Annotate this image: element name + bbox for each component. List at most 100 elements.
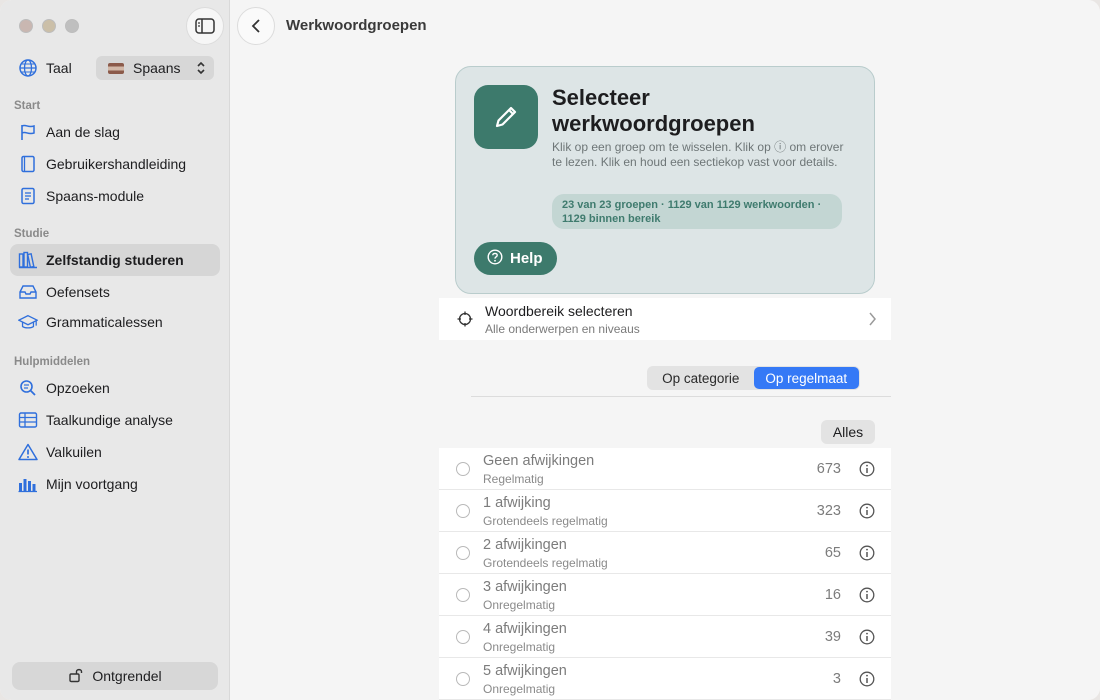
hero-title: Selecteer werkwoordgroepen	[552, 85, 755, 136]
page-title: Werkwoordgroepen	[286, 17, 427, 34]
group-subtitle: Onregelmatig	[483, 598, 556, 612]
list-item[interactable]: Geen afwijkingen Regelmatig 673	[439, 448, 891, 490]
flag-icon	[18, 122, 38, 142]
group-list: Geen afwijkingen Regelmatig 673 1 afwijk…	[439, 448, 891, 700]
app-window: Taal Spaans Start Aan de slag Gebruikers…	[0, 0, 1100, 700]
help-button[interactable]: Help	[474, 242, 557, 275]
language-row: Taal Spaans	[18, 56, 214, 80]
sidebar-item-opzoeken[interactable]: Opzoeken	[10, 372, 220, 404]
info-icon[interactable]	[859, 629, 875, 645]
sidebar-item-zelfstandig-studeren[interactable]: Zelfstandig studeren	[10, 244, 220, 276]
up-down-chevron-icon	[197, 61, 205, 75]
question-circle-icon	[487, 248, 503, 269]
main-content: Werkwoordgroepen Selecteer werkwoordgroe…	[231, 0, 1100, 700]
window-controls	[19, 19, 79, 33]
sidebar-item-label: Oefensets	[46, 284, 110, 300]
chevron-left-icon	[251, 19, 260, 33]
group-title: 1 afwijking	[483, 495, 551, 511]
unlock-label: Ontgrendel	[92, 668, 162, 684]
sidebar-icon	[195, 18, 215, 34]
tray-icon	[18, 282, 38, 302]
range-subtitle: Alle onderwerpen en niveaus	[485, 322, 640, 336]
group-count: 65	[824, 545, 841, 561]
document-icon	[18, 186, 38, 206]
info-icon[interactable]	[859, 503, 875, 519]
sidebar-item-label: Valkuilen	[46, 444, 102, 460]
summary-badge: 23 van 23 groepen · 1129 van 1129 werkwo…	[552, 194, 842, 229]
info-icon[interactable]	[859, 671, 875, 687]
spain-flag-icon	[108, 62, 124, 74]
group-mode-segmented-control: Op categorie Op regelmaat	[647, 366, 860, 390]
sidebar-item-mijn-voortgang[interactable]: Mijn voortgang	[10, 468, 220, 500]
group-subtitle: Onregelmatig	[483, 640, 556, 654]
sidebar-item-spaans-module[interactable]: Spaans-module	[10, 180, 220, 212]
info-icon[interactable]	[859, 587, 875, 603]
books-icon	[18, 250, 38, 270]
sidebar-item-taalkundige-analyse[interactable]: Taalkundige analyse	[10, 404, 220, 436]
sidebar-item-label: Taalkundige analyse	[46, 412, 173, 428]
book-icon	[18, 154, 38, 174]
group-count: 16	[824, 587, 841, 603]
group-count: 323	[816, 503, 841, 519]
table-icon	[18, 410, 38, 430]
radio-button[interactable]	[456, 672, 470, 686]
sidebar-item-label: Zelfstandig studeren	[46, 252, 184, 268]
sidebar-item-label: Mijn voortgang	[46, 476, 138, 492]
word-range-row[interactable]: Woordbereik selecteren Alle onderwerpen …	[439, 298, 891, 340]
sidebar-toggle-button[interactable]	[186, 7, 224, 45]
info-icon[interactable]	[859, 545, 875, 561]
range-title: Woordbereik selecteren	[485, 303, 633, 319]
section-title-studie: Studie	[14, 228, 50, 240]
zoom-window-button[interactable]	[65, 19, 79, 33]
info-icon[interactable]	[859, 461, 875, 477]
graduation-cap-icon	[18, 312, 38, 332]
back-button[interactable]	[237, 7, 275, 45]
language-label: Taal	[46, 60, 72, 76]
group-subtitle: Grotendeels regelmatig	[483, 514, 608, 528]
list-item[interactable]: 4 afwijkingen Onregelmatig 39	[439, 616, 891, 658]
section-title-start: Start	[14, 100, 41, 112]
sidebar-item-label: Grammaticalessen	[46, 314, 163, 330]
hero-description: Klik op een groep om te wisselen. Klik o…	[552, 140, 844, 169]
minimize-window-button[interactable]	[42, 19, 56, 33]
group-subtitle: Onregelmatig	[483, 682, 556, 696]
unlock-icon	[68, 667, 84, 686]
segment-op-categorie[interactable]: Op categorie	[648, 367, 754, 389]
group-title: 2 afwijkingen	[483, 537, 567, 553]
group-count: 673	[816, 461, 841, 477]
radio-button[interactable]	[456, 462, 470, 476]
help-label: Help	[510, 250, 543, 267]
list-item[interactable]: 5 afwijkingen Onregelmatig 3	[439, 658, 891, 700]
list-item[interactable]: 1 afwijking Grotendeels regelmatig 323	[439, 490, 891, 532]
group-title: Geen afwijkingen	[483, 453, 595, 469]
sidebar-item-oefensets[interactable]: Oefensets	[10, 276, 220, 308]
radio-button[interactable]	[456, 504, 470, 518]
sidebar-item-grammaticalessen[interactable]: Grammaticalessen	[10, 306, 220, 338]
section-title-hulpmiddelen: Hulpmiddelen	[14, 356, 91, 368]
hero-card: Selecteer werkwoordgroepen Klik op een g…	[455, 66, 875, 294]
select-all-button[interactable]: Alles	[821, 420, 875, 444]
chevron-right-icon	[869, 312, 876, 326]
radio-button[interactable]	[456, 630, 470, 644]
sidebar-item-label: Opzoeken	[46, 380, 110, 396]
group-title: 3 afwijkingen	[483, 579, 567, 595]
language-value: Spaans	[133, 60, 181, 76]
sidebar-item-gebruikershandleiding[interactable]: Gebruikershandleiding	[10, 148, 220, 180]
sidebar-item-aan-de-slag[interactable]: Aan de slag	[10, 116, 220, 148]
group-title: 4 afwijkingen	[483, 621, 567, 637]
sidebar-item-label: Spaans-module	[46, 188, 145, 204]
group-title: 5 afwijkingen	[483, 663, 567, 679]
pencil-icon	[474, 85, 538, 149]
group-count: 3	[832, 671, 841, 687]
sidebar-item-valkuilen[interactable]: Valkuilen	[10, 436, 220, 468]
segment-op-regelmaat[interactable]: Op regelmaat	[753, 367, 859, 389]
bar-chart-icon	[18, 474, 38, 494]
language-select[interactable]: Spaans	[96, 56, 214, 80]
list-item[interactable]: 2 afwijkingen Grotendeels regelmatig 65	[439, 532, 891, 574]
close-window-button[interactable]	[19, 19, 33, 33]
list-item[interactable]: 3 afwijkingen Onregelmatig 16	[439, 574, 891, 616]
radio-button[interactable]	[456, 546, 470, 560]
crosshair-icon	[457, 311, 473, 327]
unlock-button[interactable]: Ontgrendel	[12, 662, 218, 690]
radio-button[interactable]	[456, 588, 470, 602]
